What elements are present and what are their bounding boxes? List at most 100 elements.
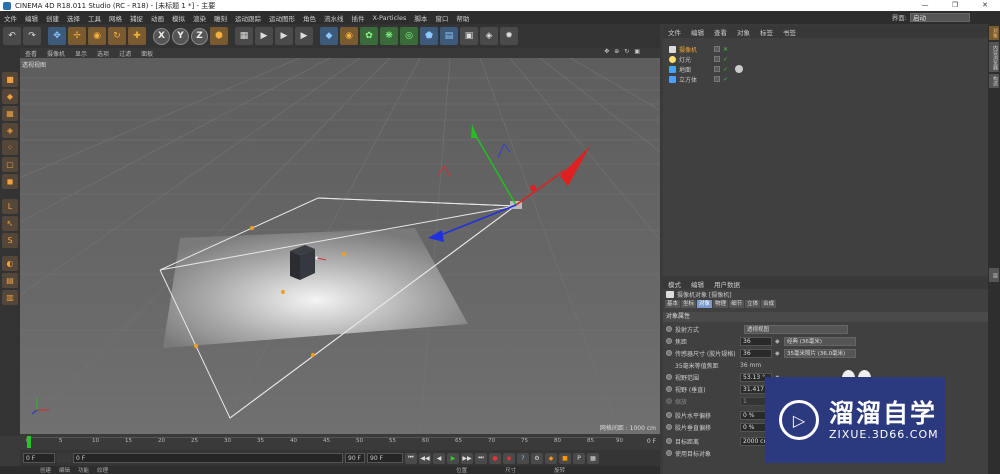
keyframe-selection-icon[interactable]: ? bbox=[517, 452, 529, 464]
redo-button[interactable]: ↷ bbox=[23, 27, 41, 45]
snap-icon[interactable]: S bbox=[2, 233, 18, 248]
visibility-toggle[interactable] bbox=[714, 66, 720, 72]
viewport-menu-display[interactable]: 显示 bbox=[70, 49, 92, 58]
subdivision-icon[interactable]: ✿ bbox=[360, 27, 378, 45]
current-frame-field[interactable]: 0 F bbox=[73, 453, 343, 463]
anim-radio-icon[interactable] bbox=[666, 450, 672, 456]
am-menu-mode[interactable]: 模式 bbox=[663, 279, 686, 289]
visibility-toggle[interactable] bbox=[714, 56, 720, 62]
object-row-floor[interactable]: 地面 ✓ bbox=[663, 64, 988, 74]
menu-mograph[interactable]: 运动图形 bbox=[265, 13, 299, 23]
enabled-check-icon[interactable]: ✓ bbox=[723, 76, 728, 83]
anim-radio-icon[interactable] bbox=[666, 398, 672, 404]
close-button[interactable]: ✕ bbox=[970, 0, 1000, 11]
menu-snap[interactable]: 捕捉 bbox=[126, 13, 147, 23]
workplane-icon[interactable]: ◈ bbox=[2, 123, 18, 138]
menu-create[interactable]: 创建 bbox=[42, 13, 63, 23]
menu-help[interactable]: 帮助 bbox=[452, 13, 473, 23]
side-tab-content-browser[interactable]: 内容浏览器 bbox=[989, 42, 999, 72]
camera-icon[interactable]: ▣ bbox=[460, 27, 478, 45]
interface-select[interactable]: 启动 bbox=[910, 12, 970, 22]
anim-radio-icon[interactable] bbox=[666, 412, 672, 418]
om-menu-object[interactable]: 对象 bbox=[732, 27, 755, 37]
object-row-camera[interactable]: 摄像机 ✕ bbox=[663, 44, 988, 54]
edges-mode-icon[interactable]: ▢ bbox=[2, 157, 18, 172]
viewport-menu-filter[interactable]: 过滤 bbox=[114, 49, 136, 58]
attr-tab-details[interactable]: 细节 bbox=[729, 300, 745, 308]
om-menu-edit[interactable]: 编辑 bbox=[686, 27, 709, 37]
attr-tab-composition[interactable]: 合成 bbox=[761, 300, 777, 308]
menu-animate[interactable]: 动画 bbox=[147, 13, 168, 23]
material-menu-edit[interactable]: 编辑 bbox=[59, 466, 70, 474]
timeline-playhead[interactable] bbox=[27, 436, 31, 448]
menu-edit[interactable]: 编辑 bbox=[21, 13, 42, 23]
cube-icon[interactable]: ◆ bbox=[320, 27, 338, 45]
viewport-rotate-icon[interactable]: ↻ bbox=[624, 48, 629, 55]
object-row-cube[interactable]: 立方体 ✓ bbox=[663, 74, 988, 84]
viewport-toggle-icon[interactable]: ▣ bbox=[634, 48, 640, 55]
attr-tab-basic[interactable]: 基本 bbox=[665, 300, 681, 308]
cube-object[interactable] bbox=[290, 245, 315, 280]
object-row-light[interactable]: 灯光 ✓ bbox=[663, 54, 988, 64]
texture-mode-icon[interactable]: ▦ bbox=[2, 106, 18, 121]
attr-tab-physical[interactable]: 物理 bbox=[713, 300, 729, 308]
stepper-icon[interactable]: ◆ bbox=[775, 350, 781, 357]
perspective-viewport[interactable]: 透视视图 网格间距 : 1000 cm bbox=[20, 58, 660, 434]
environment-icon[interactable]: ⬟ bbox=[420, 27, 438, 45]
floor-icon[interactable]: ▤ bbox=[440, 27, 458, 45]
menu-mesh[interactable]: 网格 bbox=[105, 13, 126, 23]
material-menu-texture[interactable]: 纹理 bbox=[97, 466, 108, 474]
anim-radio-icon[interactable] bbox=[666, 338, 672, 344]
menu-sculpt[interactable]: 雕刻 bbox=[210, 13, 231, 23]
projection-select[interactable]: 透视视图 bbox=[744, 324, 848, 334]
material-menu-create[interactable]: 创建 bbox=[40, 466, 51, 474]
coordinate-system-icon[interactable]: ⬢ bbox=[210, 27, 228, 45]
live-select-icon[interactable]: ✥ bbox=[48, 27, 66, 45]
polygons-mode-icon[interactable]: ◼ bbox=[2, 174, 18, 189]
anim-radio-icon[interactable] bbox=[666, 326, 672, 332]
cloner-icon[interactable]: ❋ bbox=[380, 27, 398, 45]
attr-tab-coord[interactable]: 坐标 bbox=[681, 300, 697, 308]
anim-radio-icon[interactable] bbox=[666, 386, 672, 392]
param-key-icon[interactable]: P bbox=[573, 452, 585, 464]
menu-tools[interactable]: 工具 bbox=[84, 13, 105, 23]
y-axis-button[interactable]: Y bbox=[172, 27, 189, 45]
deformer-icon[interactable]: ◎ bbox=[400, 27, 418, 45]
light-icon[interactable]: ◈ bbox=[480, 27, 498, 45]
menu-pipeline[interactable]: 流水线 bbox=[320, 13, 348, 23]
render-picture-viewer-icon[interactable]: ▶ bbox=[275, 27, 293, 45]
attr-tab-object[interactable]: 对象 bbox=[697, 300, 713, 308]
timeline-ruler[interactable]: 0 5 10 15 20 25 30 35 40 45 50 55 60 65 … bbox=[26, 437, 623, 447]
stepper-icon[interactable]: ◆ bbox=[775, 338, 781, 345]
material-tag-icon[interactable] bbox=[735, 65, 744, 73]
key-settings-icon[interactable]: ⚙ bbox=[531, 452, 543, 464]
anim-radio-icon[interactable] bbox=[666, 424, 672, 430]
om-menu-file[interactable]: 文件 bbox=[663, 27, 686, 37]
position-key-icon[interactable]: ◆ bbox=[545, 452, 557, 464]
anim-radio-icon[interactable] bbox=[666, 438, 672, 444]
timeline-window-icon[interactable]: ▦ bbox=[587, 452, 599, 464]
render-region-icon[interactable]: ▦ bbox=[235, 27, 253, 45]
minimize-button[interactable]: — bbox=[910, 0, 940, 11]
enabled-check-icon[interactable]: ✓ bbox=[723, 66, 728, 73]
make-editable-icon[interactable]: ■ bbox=[2, 72, 18, 87]
menu-xparticles[interactable]: X-Particles bbox=[369, 14, 411, 22]
play-icon[interactable]: ▶ bbox=[447, 452, 459, 464]
bulb-icon[interactable]: ✹ bbox=[500, 27, 518, 45]
focal-preset-select[interactable]: 经典 (36毫米) bbox=[784, 336, 856, 346]
am-menu-edit[interactable]: 编辑 bbox=[686, 279, 709, 289]
model-mode-icon[interactable]: ◆ bbox=[2, 89, 18, 104]
scale-tool-icon[interactable]: ◉ bbox=[88, 27, 106, 45]
auto-key-icon[interactable]: ◉ bbox=[503, 452, 515, 464]
menu-motion-tracker[interactable]: 运动跟踪 bbox=[231, 13, 265, 23]
om-menu-tags[interactable]: 标签 bbox=[755, 27, 778, 37]
pen-icon[interactable]: ◉ bbox=[340, 27, 358, 45]
om-menu-bookmarks[interactable]: 书签 bbox=[778, 27, 801, 37]
viewport-move-icon[interactable]: ✥ bbox=[604, 48, 609, 55]
render-settings-icon[interactable]: ▶ bbox=[295, 27, 313, 45]
menu-file[interactable]: 文件 bbox=[0, 13, 21, 23]
camera-gizmo[interactable] bbox=[428, 124, 590, 242]
maximize-button[interactable]: ❐ bbox=[940, 0, 970, 11]
menu-plugins[interactable]: 插件 bbox=[348, 13, 369, 23]
menu-script[interactable]: 脚本 bbox=[410, 13, 431, 23]
